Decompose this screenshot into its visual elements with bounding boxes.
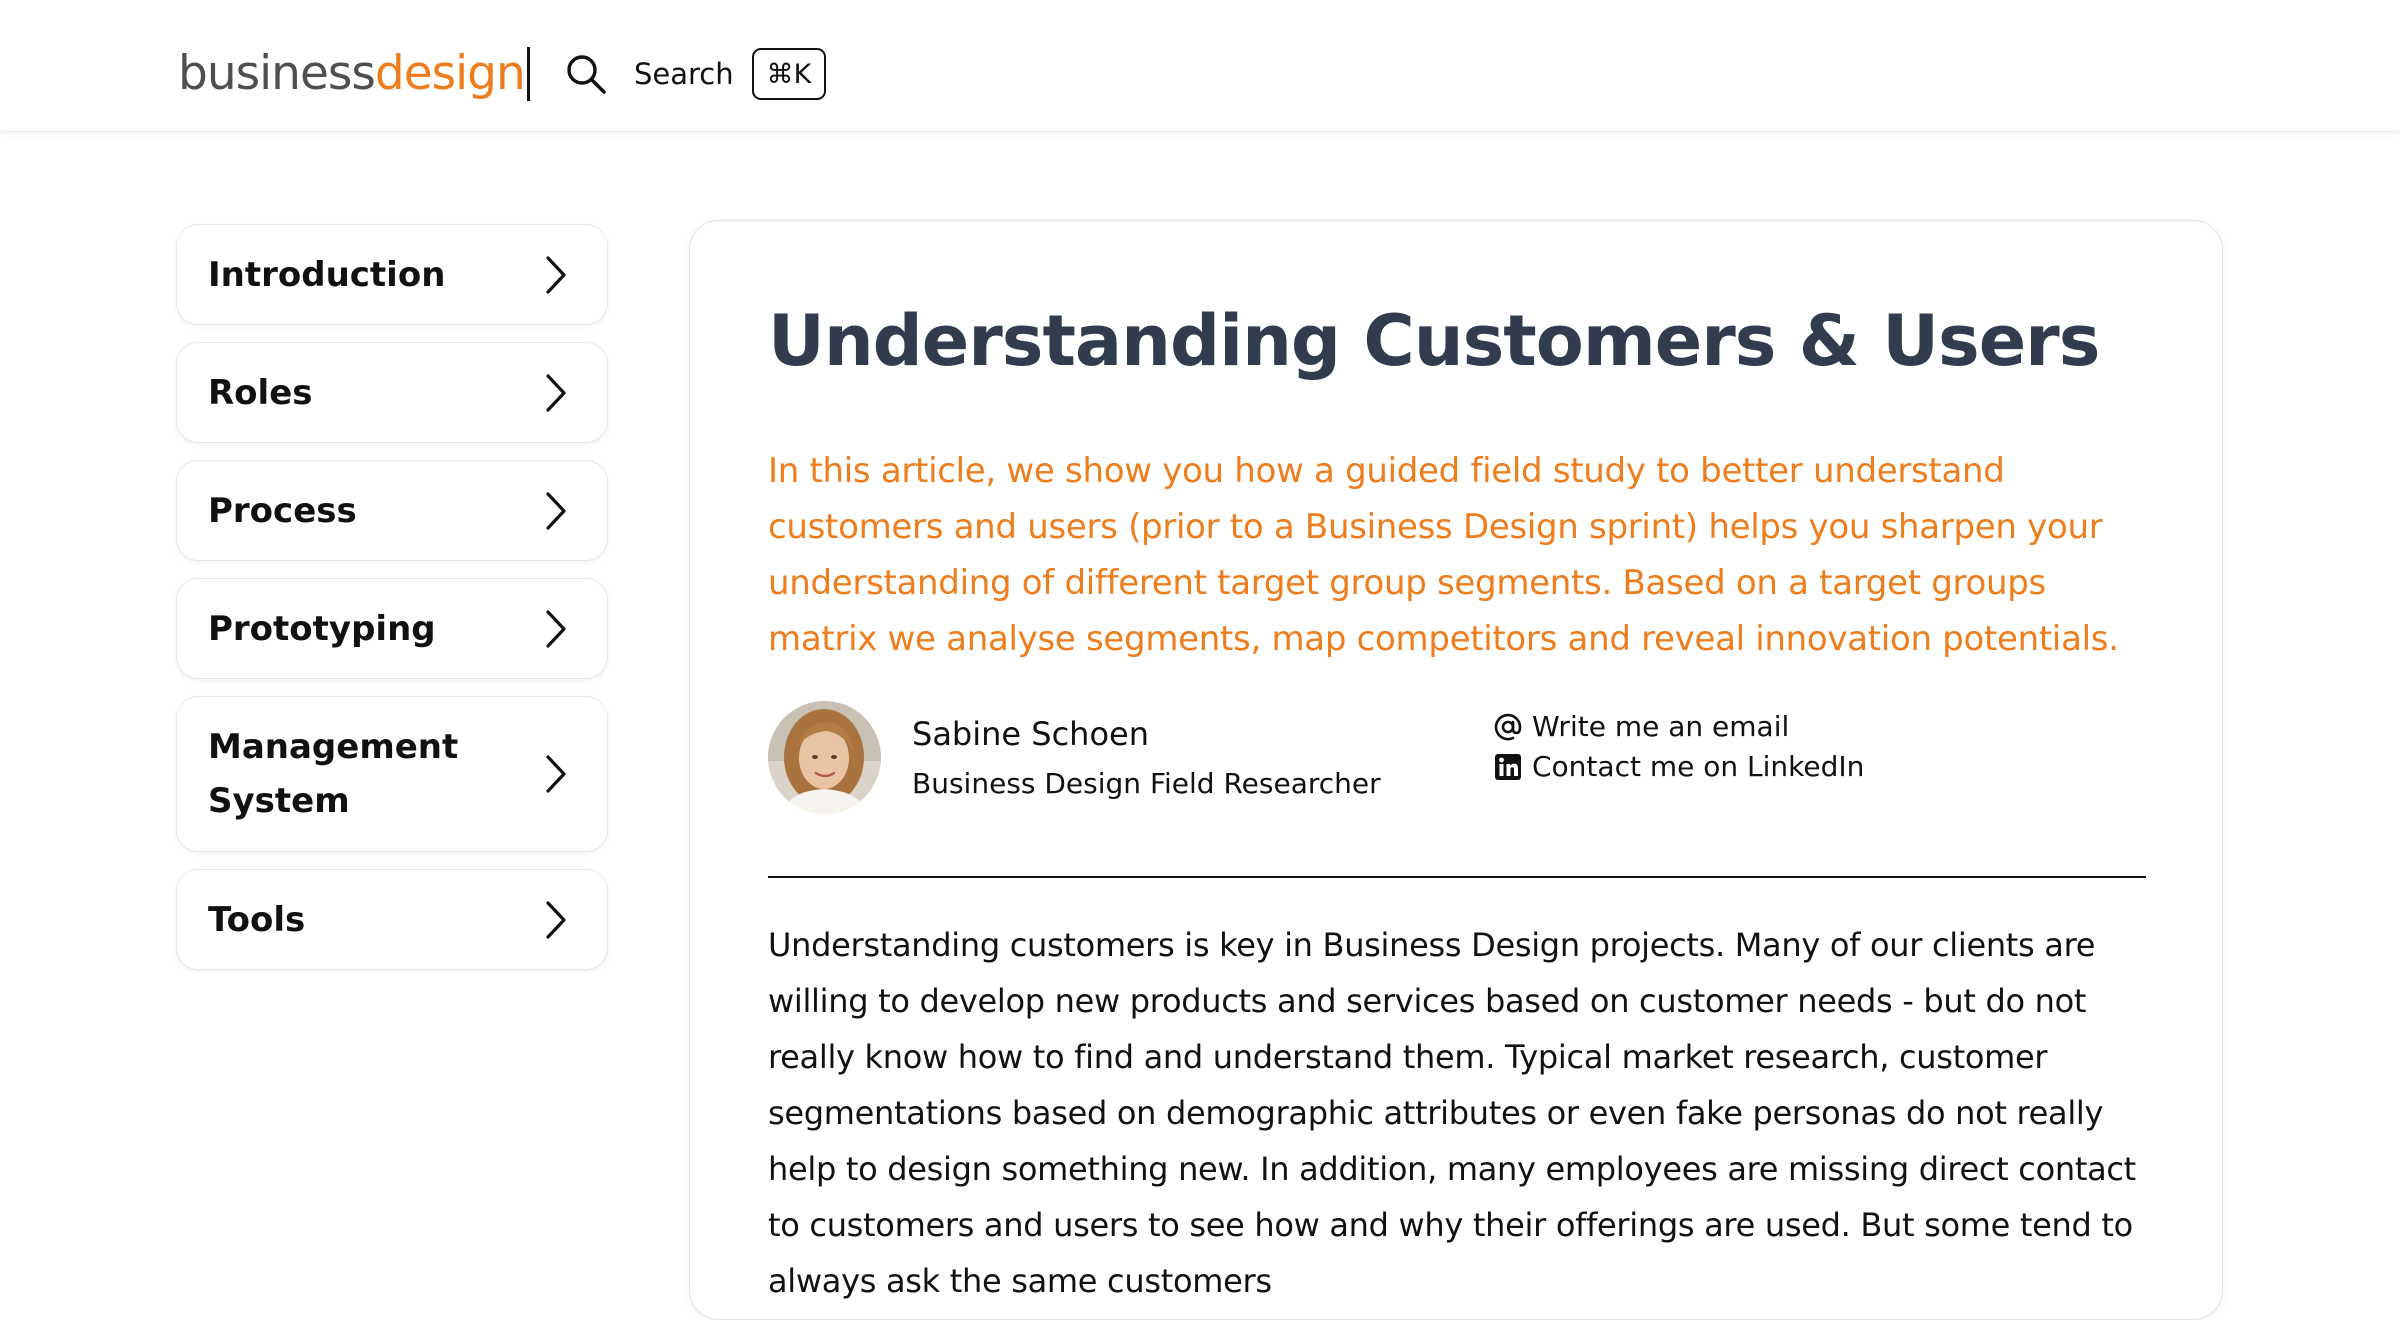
page-title: Understanding Customers & Users: [768, 300, 2100, 382]
sidebar-item-label: Management System: [208, 727, 459, 821]
article-lead: In this article, we show you how a guide…: [768, 451, 2119, 659]
sidebar-item-label: Roles: [208, 372, 313, 413]
linkedin-contact-label: Contact me on LinkedIn: [1532, 750, 1865, 783]
linkedin-contact-link[interactable]: Contact me on LinkedIn: [1494, 749, 1864, 785]
chevron-right-icon: [546, 373, 566, 412]
sidebar-item-roles[interactable]: Roles: [176, 342, 608, 443]
chevron-right-icon: [546, 900, 566, 939]
sidebar-item-process[interactable]: Process: [176, 460, 608, 561]
logo-text-business: business: [178, 46, 376, 101]
article-card: Understanding Customers & Users In this …: [689, 220, 2223, 1320]
email-contact-link[interactable]: Write me an email: [1494, 709, 1789, 745]
sidebar-item-prototyping[interactable]: Prototyping: [176, 578, 608, 679]
article-body-paragraph: Understanding customers is key in Busine…: [768, 926, 2136, 1300]
sidebar-item-label: Prototyping: [208, 608, 436, 649]
brand-logo[interactable]: businessdesign: [178, 38, 526, 110]
sidebar-item-management-system[interactable]: Management System: [176, 696, 608, 852]
header-divider: [527, 47, 530, 101]
sidebar-nav: Introduction Roles Process Prototyping M…: [176, 224, 608, 987]
email-contact-label: Write me an email: [1532, 710, 1790, 743]
search-icon: [567, 55, 606, 94]
chevron-right-icon: [546, 755, 566, 793]
sidebar-item-tools[interactable]: Tools: [176, 869, 608, 970]
author-name: Sabine Schoen: [912, 715, 1149, 753]
sidebar-item-introduction[interactable]: Introduction: [176, 224, 608, 325]
author-avatar: [768, 701, 881, 814]
logo-text-design: design: [374, 46, 526, 101]
at-sign-icon: [1494, 713, 1522, 741]
sidebar-item-label: Tools: [208, 899, 306, 940]
avatar-image: [768, 701, 881, 814]
sidebar-item-label: Introduction: [208, 254, 446, 295]
chevron-right-icon: [546, 255, 566, 294]
search-shortcut-badge: ⌘K: [752, 48, 826, 100]
chevron-right-icon: [546, 491, 566, 530]
linkedin-icon: [1495, 754, 1521, 780]
search-button[interactable]: Search: [564, 45, 734, 103]
top-header: businessdesign Search ⌘K: [0, 0, 2400, 132]
search-label: Search: [634, 57, 734, 91]
author-role: Business Design Field Researcher: [912, 767, 1381, 800]
chevron-right-icon: [546, 609, 566, 648]
section-divider: [768, 876, 2146, 878]
sidebar-item-label: Process: [208, 490, 357, 531]
